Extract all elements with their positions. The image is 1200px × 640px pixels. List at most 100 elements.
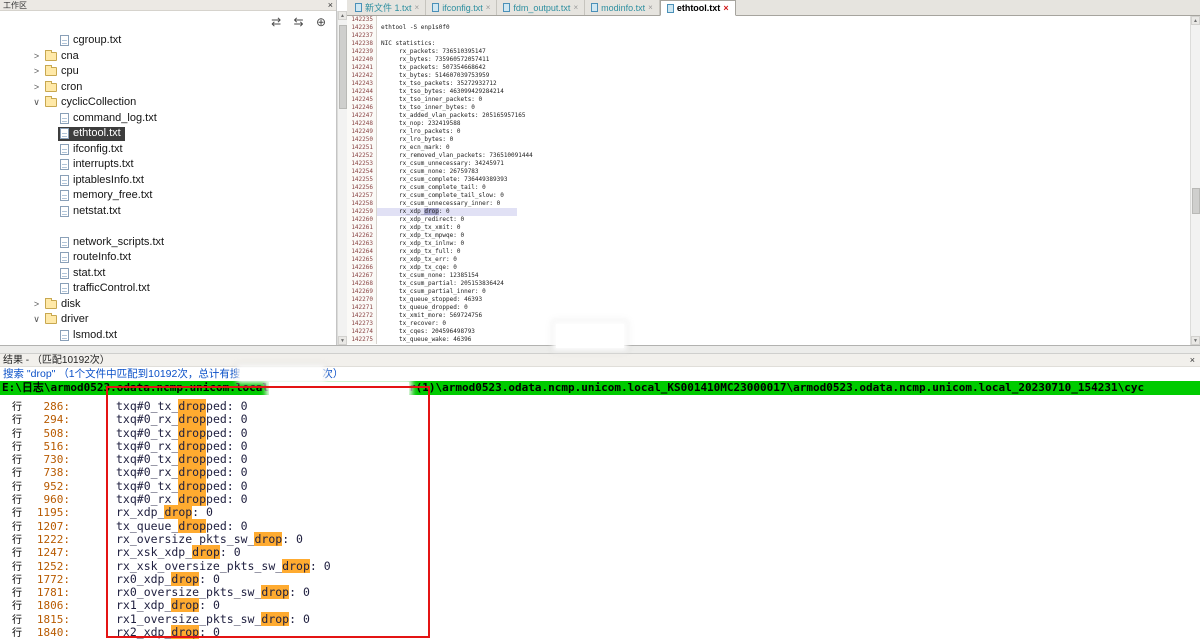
tree-item-label: network_scripts.txt bbox=[73, 235, 166, 251]
tab-fdm-output-txt[interactable]: fdm_output.txt× bbox=[497, 0, 585, 15]
result-row[interactable]: 行960:txq#0_rx_dropped: 0 bbox=[0, 491, 1200, 504]
line-text: rx_xdp_drop: 0 bbox=[377, 208, 517, 216]
tree-file-lsmod-txt[interactable]: lsmod.txt bbox=[0, 328, 336, 344]
tree-file-netstat-txt[interactable]: netstat.txt bbox=[0, 204, 336, 220]
folder-icon bbox=[45, 98, 57, 107]
editor-line: 142249 rx_lro_packets: 0 bbox=[347, 128, 1190, 136]
tab-modinfo-txt[interactable]: modinfo.txt× bbox=[585, 0, 660, 15]
result-file-path[interactable]: E:\日志\armod0523.odata.ncmp.unicom.localr… bbox=[0, 381, 1200, 395]
tree-file-cgroup-txt[interactable]: cgroup.txt bbox=[0, 33, 336, 49]
tree-folder-cron[interactable]: > cron bbox=[0, 80, 336, 96]
line-text: tx_tso_inner_bytes: 0 bbox=[377, 104, 475, 112]
editor-line: 142260 rx_xdp_redirect: 0 bbox=[347, 216, 1190, 224]
line-number: 142236 bbox=[347, 24, 377, 32]
scroll-down-icon[interactable]: ▼ bbox=[338, 336, 347, 345]
line-text: rx_xdp_tx_err: 0 bbox=[377, 256, 457, 264]
editor-area[interactable]: 142235142236ethtool -S enp1s0f0142237142… bbox=[347, 16, 1190, 345]
match-highlight: drop bbox=[424, 208, 438, 215]
tab-close-icon[interactable]: × bbox=[573, 3, 578, 12]
chevron-right-icon[interactable]: > bbox=[30, 80, 43, 96]
editor-line: 142242 tx_bytes: 514607039753959 bbox=[347, 72, 1190, 80]
tree-file-iptablesinfo-txt[interactable]: iptablesInfo.txt bbox=[0, 173, 336, 189]
tree-file-memory-free-txt[interactable]: memory_free.txt bbox=[0, 188, 336, 204]
tab-ifconfig-txt[interactable]: ifconfig.txt× bbox=[426, 0, 497, 15]
result-row[interactable]: 行1222:rx_oversize_pkts_sw_drop: 0 bbox=[0, 531, 1200, 544]
result-row[interactable]: 行738:txq#0_rx_dropped: 0 bbox=[0, 464, 1200, 477]
line-number: 142264 bbox=[347, 248, 377, 256]
file-icon bbox=[60, 35, 69, 46]
result-row[interactable]: 行1815:rx1_oversize_pkts_sw_drop: 0 bbox=[0, 611, 1200, 624]
tree-item-label: iptablesInfo.txt bbox=[73, 173, 146, 189]
chevron-down-icon[interactable]: ∨ bbox=[30, 312, 43, 328]
result-row[interactable]: 行1772:rx0_xdp_drop: 0 bbox=[0, 571, 1200, 584]
line-text: tx_csum_partial_inner: 0 bbox=[377, 288, 486, 296]
editor-line: 142254 rx_csum_none: 26759783 bbox=[347, 168, 1190, 176]
file-icon bbox=[60, 175, 69, 186]
result-row[interactable]: 行1806:rx1_xdp_drop: 0 bbox=[0, 597, 1200, 610]
tree-folder-disk[interactable]: >disk bbox=[0, 297, 336, 313]
tab-ethtool-txt[interactable]: ethtool.txt× bbox=[660, 0, 736, 16]
file-icon bbox=[60, 237, 69, 248]
tree-file-ethtool-txt[interactable]: ethtool.txt bbox=[0, 126, 336, 142]
tree-file-command-log-txt[interactable]: command_log.txt bbox=[0, 111, 336, 127]
result-row[interactable]: 行516:txq#0_rx_dropped: 0 bbox=[0, 438, 1200, 451]
workspace-close-icon[interactable]: × bbox=[328, 0, 333, 11]
editor-window: 工作区 × ⇄ ⇆ ⊕ cgroup.txt>cna>cpu>cron∨cycl… bbox=[0, 0, 1200, 640]
tree-folder-cna[interactable]: >cna bbox=[0, 49, 336, 65]
scroll-up-icon[interactable]: ▲ bbox=[338, 11, 347, 20]
result-row[interactable]: 行294:txq#0_rx_dropped: 0 bbox=[0, 411, 1200, 424]
editor-scrollbar[interactable]: ▲ ▼ bbox=[1190, 16, 1200, 345]
result-row[interactable]: 行1781:rx0_oversize_pkts_sw_drop: 0 bbox=[0, 584, 1200, 597]
chevron-right-icon[interactable]: > bbox=[30, 297, 43, 313]
result-row[interactable]: 行730:txq#0_tx_dropped: 0 bbox=[0, 451, 1200, 464]
result-row[interactable]: 行508:txq#0_tx_dropped: 0 bbox=[0, 425, 1200, 438]
scrollbar-thumb[interactable] bbox=[339, 25, 347, 109]
line-number: 142269 bbox=[347, 288, 377, 296]
tree-folder-cpu[interactable]: >cpu bbox=[0, 64, 336, 80]
tab-close-icon[interactable]: × bbox=[648, 3, 653, 12]
tree-file-routeinfo-txt[interactable]: routeInfo.txt bbox=[0, 250, 336, 266]
result-row[interactable]: 行952:txq#0_tx_dropped: 0 bbox=[0, 478, 1200, 491]
tab-close-icon[interactable]: × bbox=[486, 3, 491, 12]
tab-close-icon[interactable]: × bbox=[415, 3, 420, 12]
tree-file-ifconfig-txt[interactable]: ifconfig.txt bbox=[0, 142, 336, 158]
tree-item-label: ethtool.txt bbox=[73, 126, 123, 142]
tree-item-label: netstat.txt bbox=[73, 204, 123, 220]
search-summary: 搜索 "drop" （1个文件中匹配到10192次，总计有搜次） bbox=[0, 367, 1200, 381]
tree-file-interrupts-txt[interactable]: interrupts.txt bbox=[0, 157, 336, 173]
locate-current-file-icon[interactable]: ⊕ bbox=[312, 14, 330, 31]
result-row[interactable]: 行1252:rx_xsk_oversize_pkts_sw_drop: 0 bbox=[0, 558, 1200, 571]
editor-line: 142239 rx_packets: 736510395147 bbox=[347, 48, 1190, 56]
result-row[interactable]: 行1195:rx_xdp_drop: 0 bbox=[0, 504, 1200, 517]
line-number: 142237 bbox=[347, 32, 377, 40]
tree-file-network-scripts-txt[interactable]: network_scripts.txt bbox=[0, 235, 336, 251]
results-close-icon[interactable]: × bbox=[1190, 354, 1195, 367]
result-row[interactable]: 行1840:rx2_xdp_drop: 0 bbox=[0, 624, 1200, 637]
tree-item-label: lsmod.txt bbox=[73, 328, 119, 344]
result-row[interactable]: 行1207:tx_queue_dropped: 0 bbox=[0, 518, 1200, 531]
refresh-icon[interactable]: ⇆ bbox=[290, 14, 308, 31]
tree-file-trafficcontrol-txt[interactable]: trafficControl.txt bbox=[0, 281, 336, 297]
chevron-right-icon[interactable]: > bbox=[30, 49, 43, 65]
sync-folder-icon[interactable]: ⇄ bbox=[267, 14, 285, 31]
scroll-down-icon[interactable]: ▼ bbox=[1191, 336, 1200, 345]
scrollbar-thumb[interactable] bbox=[1192, 188, 1200, 214]
line-text: rx_xdp_tx_mpwqe: 0 bbox=[377, 232, 464, 240]
tab-1-txt[interactable]: 新文件 1.txt× bbox=[349, 0, 426, 15]
folder-icon bbox=[45, 300, 57, 309]
result-row[interactable]: 行286:txq#0_tx_dropped: 0 bbox=[0, 398, 1200, 411]
chevron-down-icon[interactable]: ∨ bbox=[30, 95, 43, 111]
line-text: tx_bytes: 514607039753959 bbox=[377, 72, 489, 80]
line-number: 142254 bbox=[347, 168, 377, 176]
tree-item-label: stat.txt bbox=[73, 266, 107, 282]
tree-file-stat-txt[interactable]: stat.txt bbox=[0, 266, 336, 282]
result-row[interactable]: 行1247:rx_xsk_xdp_drop: 0 bbox=[0, 544, 1200, 557]
workspace-scrollbar[interactable]: ▲ ▼ bbox=[337, 11, 347, 345]
tree-folder-cycliccollection[interactable]: ∨cyclicCollection bbox=[0, 95, 336, 111]
tree-item: network_scripts.txt bbox=[58, 235, 168, 249]
scroll-up-icon[interactable]: ▲ bbox=[1191, 16, 1200, 25]
tab-close-icon[interactable]: × bbox=[723, 3, 728, 13]
chevron-right-icon[interactable]: > bbox=[30, 64, 43, 80]
tree-folder-driver[interactable]: ∨driver bbox=[0, 312, 336, 328]
tree-item-label: cron bbox=[61, 80, 84, 96]
